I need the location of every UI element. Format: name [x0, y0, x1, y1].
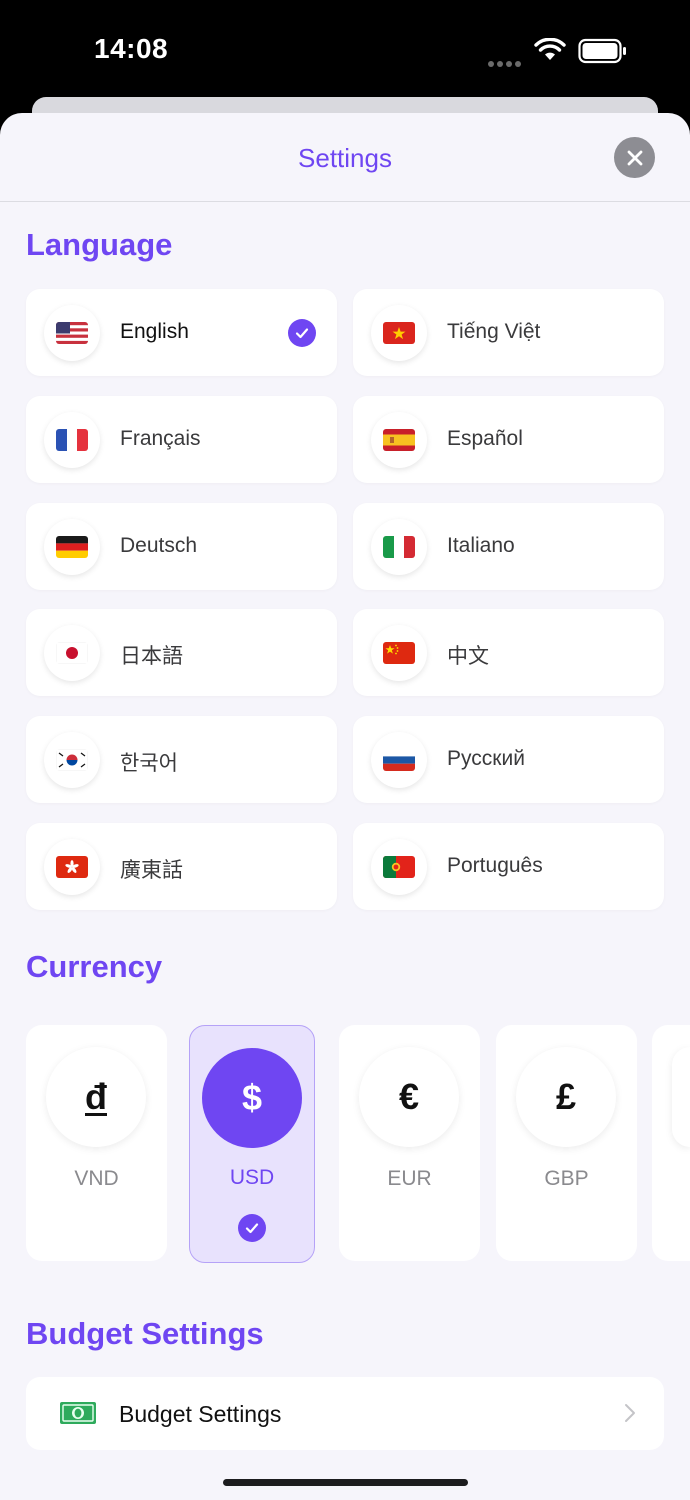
currency-symbol-circle — [672, 1047, 690, 1147]
flag-badge — [44, 519, 100, 575]
wifi-icon — [534, 38, 566, 60]
sheet-header: Settings — [0, 113, 690, 202]
flag-badge — [44, 412, 100, 468]
germany-flag-icon — [56, 536, 88, 558]
currency-code: VND — [74, 1167, 119, 1190]
flag-badge — [44, 839, 100, 895]
budget-section-title: Budget Settings — [26, 1316, 264, 1351]
flag-badge — [44, 625, 100, 681]
language-label: 廣東話 — [120, 859, 183, 882]
status-time: 14:08 — [94, 33, 169, 64]
flag-badge — [44, 305, 100, 361]
currency-symbol: £ — [516, 1047, 616, 1147]
hong-kong-flag-icon — [56, 856, 88, 878]
currency-code: GBP — [544, 1167, 589, 1190]
currency-symbol: $ — [202, 1048, 302, 1148]
language-option-english[interactable]: English — [26, 289, 337, 376]
language-label: 한국어 — [120, 752, 178, 775]
language-label: Deutsch — [120, 534, 198, 557]
spain-flag-icon — [383, 429, 415, 451]
vietnam-flag-icon — [383, 322, 415, 344]
language-label: Italiano — [447, 534, 515, 557]
language-label: Português — [447, 854, 543, 877]
language-label: Español — [447, 427, 523, 450]
currency-option-partial[interactable] — [652, 1025, 690, 1261]
language-option-chinese[interactable]: 中文 — [353, 609, 664, 696]
portugal-flag-icon — [383, 856, 415, 878]
next-section-title-peek — [26, 1485, 35, 1500]
flag-badge — [371, 732, 427, 788]
close-button[interactable] — [614, 137, 655, 178]
korea-flag-icon — [56, 749, 88, 771]
language-option-russian[interactable]: Русский — [353, 716, 664, 803]
currency-section-title: Currency — [26, 949, 163, 984]
language-option-italian[interactable]: Italiano — [353, 503, 664, 590]
japan-flag-icon — [56, 642, 88, 664]
language-section-title: Language — [26, 227, 173, 262]
language-label: Русский — [447, 747, 525, 770]
currency-option-eur[interactable]: € EUR — [339, 1025, 480, 1261]
language-label: 中文 — [447, 645, 489, 668]
language-option-japanese[interactable]: 日本語 — [26, 609, 337, 696]
battery-icon — [578, 38, 626, 64]
checkmark-icon — [238, 1214, 266, 1242]
flag-badge — [371, 412, 427, 468]
currency-symbol: € — [359, 1047, 459, 1147]
flag-badge — [371, 519, 427, 575]
flag-badge — [371, 839, 427, 895]
language-label: Tiếng Việt — [447, 320, 541, 343]
us-flag-icon — [56, 322, 88, 344]
italy-flag-icon — [383, 536, 415, 558]
language-option-spanish[interactable]: Español — [353, 396, 664, 483]
home-indicator — [223, 1479, 468, 1486]
close-icon — [627, 150, 642, 165]
language-option-korean[interactable]: 한국어 — [26, 716, 337, 803]
currency-option-vnd[interactable]: đ VND — [26, 1025, 167, 1261]
page-title: Settings — [298, 143, 392, 173]
status-bar: 14:08 — [0, 0, 690, 100]
france-flag-icon — [56, 429, 88, 451]
language-option-cantonese[interactable]: 廣東話 — [26, 823, 337, 910]
currency-code: EUR — [387, 1167, 432, 1190]
budget-settings-row[interactable]: Budget Settings — [26, 1377, 664, 1450]
checkmark-icon — [288, 319, 316, 347]
russia-flag-icon — [383, 749, 415, 771]
money-bill-icon — [60, 1402, 96, 1424]
language-label: English — [120, 320, 189, 343]
flag-badge — [44, 732, 100, 788]
cellular-signal-icon — [488, 54, 524, 72]
language-option-german[interactable]: Deutsch — [26, 503, 337, 590]
settings-sheet: Settings Language English Tiếng Việt Fra… — [0, 113, 690, 1500]
language-label: Français — [120, 427, 201, 450]
language-label: 日本語 — [120, 645, 183, 668]
language-option-french[interactable]: Français — [26, 396, 337, 483]
china-flag-icon — [383, 642, 415, 664]
flag-badge — [371, 305, 427, 361]
currency-code: USD — [229, 1166, 275, 1189]
currency-option-gbp[interactable]: £ GBP — [496, 1025, 637, 1261]
currency-option-usd[interactable]: $ USD — [189, 1025, 315, 1263]
language-option-vietnamese[interactable]: Tiếng Việt — [353, 289, 664, 376]
currency-symbol: đ — [46, 1047, 146, 1147]
language-option-portuguese[interactable]: Português — [353, 823, 664, 910]
flag-badge — [371, 625, 427, 681]
budget-settings-label: Budget Settings — [119, 1401, 282, 1427]
chevron-right-icon — [625, 1404, 635, 1422]
